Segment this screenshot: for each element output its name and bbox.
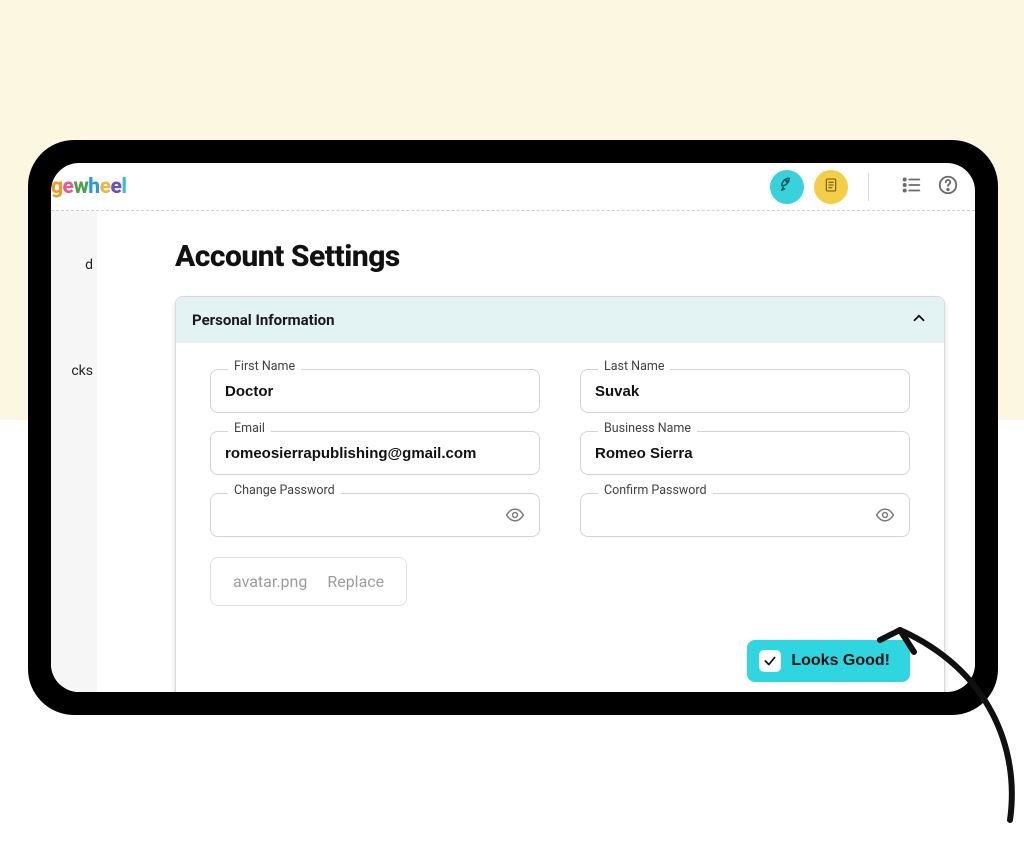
document-button[interactable] bbox=[814, 170, 848, 204]
rocket-button[interactable] bbox=[770, 170, 804, 204]
chevron-up-icon bbox=[910, 309, 928, 331]
first-name-input[interactable] bbox=[225, 383, 525, 400]
help-button[interactable] bbox=[935, 174, 961, 200]
sidebar-item[interactable]: cks bbox=[51, 357, 97, 385]
personal-info-card: Personal Information First Name bbox=[175, 296, 945, 692]
eye-icon[interactable] bbox=[505, 505, 525, 525]
avatar-replace-action[interactable]: Replace bbox=[327, 572, 384, 591]
card-header-title: Personal Information bbox=[192, 311, 335, 329]
first-name-field: First Name bbox=[210, 369, 540, 413]
sidebar: d cks bbox=[51, 211, 97, 692]
eye-icon[interactable] bbox=[875, 505, 895, 525]
device-frame: gewheel bbox=[28, 140, 998, 715]
avatar-filename: avatar.png bbox=[233, 572, 307, 591]
document-icon bbox=[823, 176, 839, 198]
sidebar-item[interactable]: d bbox=[51, 251, 97, 279]
email-field: Email bbox=[210, 431, 540, 475]
change-password-input[interactable] bbox=[225, 507, 499, 524]
email-input[interactable] bbox=[225, 445, 525, 462]
looks-good-button[interactable]: Looks Good! bbox=[747, 640, 910, 682]
page-title: Account Settings bbox=[175, 239, 945, 274]
help-icon bbox=[937, 174, 959, 200]
top-bar: gewheel bbox=[51, 163, 975, 211]
avatar-picker[interactable]: avatar.png Replace bbox=[210, 557, 407, 606]
last-name-field: Last Name bbox=[580, 369, 910, 413]
rocket-icon bbox=[778, 176, 796, 198]
email-label: Email bbox=[228, 421, 271, 436]
business-name-label: Business Name bbox=[598, 421, 697, 436]
confirm-password-label: Confirm Password bbox=[598, 483, 713, 498]
change-password-label: Change Password bbox=[228, 483, 341, 498]
last-name-label: Last Name bbox=[598, 359, 670, 374]
confirm-password-input[interactable] bbox=[595, 507, 869, 524]
business-name-input[interactable] bbox=[595, 445, 895, 462]
separator bbox=[868, 173, 869, 201]
list-button[interactable] bbox=[899, 174, 925, 200]
check-icon bbox=[759, 650, 781, 672]
app-window: gewheel bbox=[51, 163, 975, 692]
looks-good-label: Looks Good! bbox=[791, 652, 890, 670]
change-password-field: Change Password bbox=[210, 493, 540, 537]
confirm-password-field: Confirm Password bbox=[580, 493, 910, 537]
list-icon bbox=[901, 174, 923, 200]
first-name-label: First Name bbox=[228, 359, 301, 374]
last-name-input[interactable] bbox=[595, 383, 895, 400]
main-content: Account Settings Personal Information Fi… bbox=[97, 211, 975, 692]
business-name-field: Business Name bbox=[580, 431, 910, 475]
brand-logo[interactable]: gewheel bbox=[51, 175, 127, 199]
card-header[interactable]: Personal Information bbox=[176, 297, 944, 343]
